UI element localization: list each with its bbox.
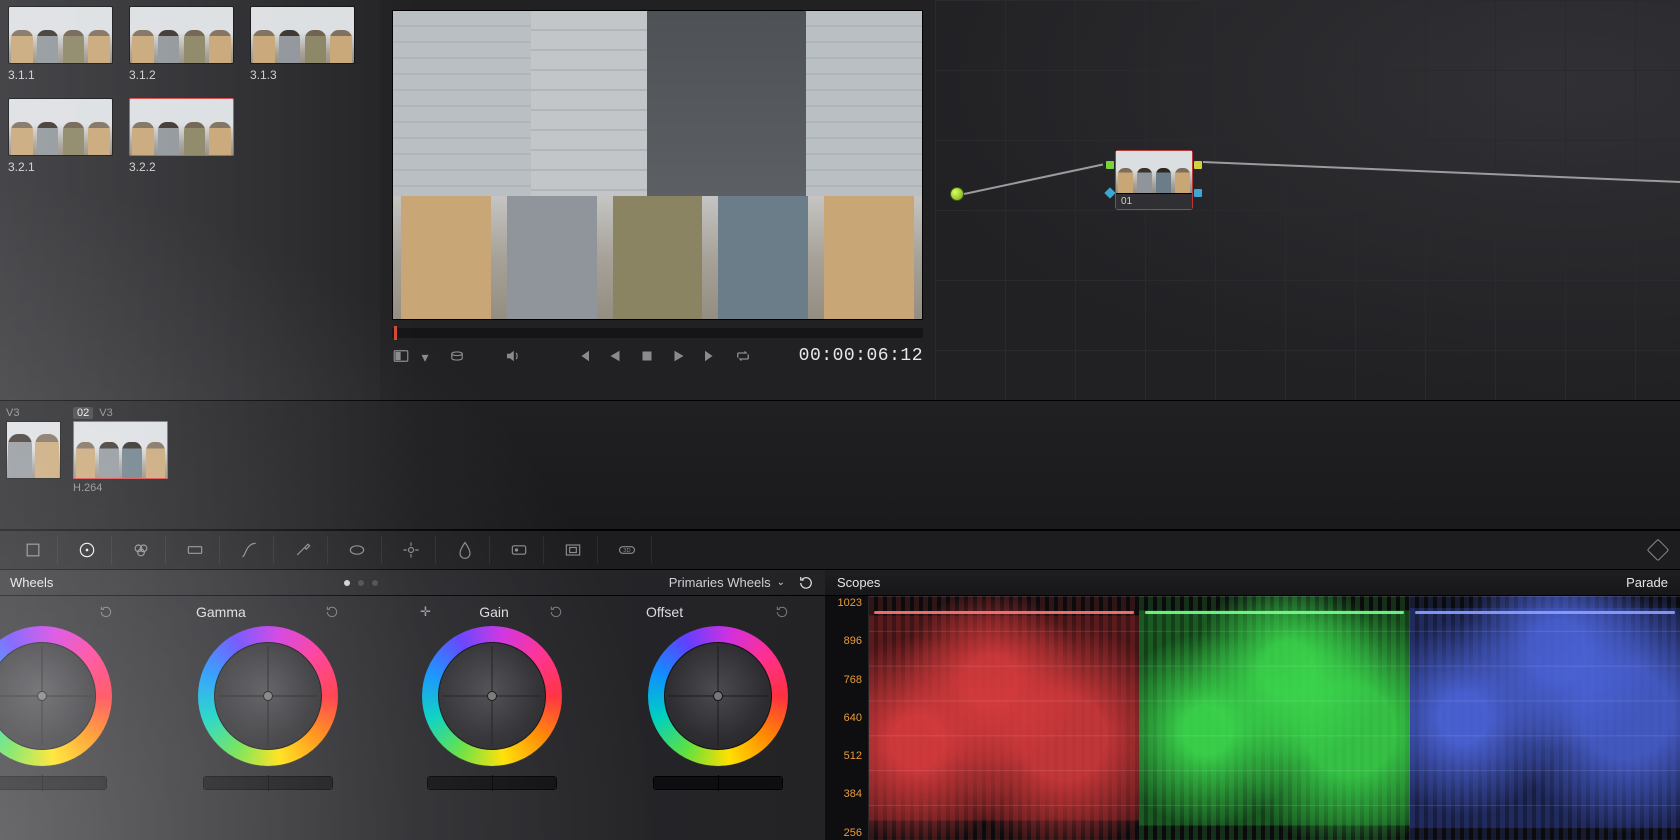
parade-scope[interactable]	[869, 596, 1680, 840]
image-wipe-icon[interactable]	[392, 347, 410, 365]
stop-icon[interactable]	[638, 347, 656, 365]
node-graph-input[interactable]	[950, 187, 964, 201]
crop-icon[interactable]	[8, 536, 58, 564]
gamma-wheel[interactable]	[198, 626, 338, 766]
clip-label: 3.1.1	[8, 68, 35, 82]
play-icon[interactable]	[670, 347, 688, 365]
node-wire	[1203, 161, 1680, 186]
parade-red	[869, 596, 1139, 840]
clip-thumb[interactable]: 3.1.1	[8, 6, 113, 82]
stereo-3d-icon[interactable]: 3D	[602, 536, 652, 564]
bypass-icon[interactable]	[448, 347, 466, 365]
reset-icon[interactable]	[797, 574, 815, 592]
wheel-label: Offset	[646, 604, 683, 620]
clip-label: 3.2.1	[8, 160, 35, 174]
palette-toolbar: 3D	[0, 530, 1680, 570]
scope-tick: 256	[844, 827, 862, 839]
gain-master-jog[interactable]	[427, 776, 557, 790]
scope-tick: 384	[844, 788, 862, 800]
lift-master-jog[interactable]	[0, 776, 107, 790]
viewer-canvas[interactable]	[392, 10, 923, 320]
node-graph[interactable]: 01	[935, 0, 1680, 400]
media-pool: 3.1.1 3.1.2 3.1.3	[0, 0, 380, 400]
clip-thumb[interactable]: 3.2.1	[8, 98, 113, 174]
clip-thumb[interactable]: 3.1.2	[129, 6, 234, 82]
timeline-clip-selected[interactable]: 02 V3 H.264	[73, 407, 168, 494]
clip-index: 02	[73, 407, 93, 419]
node-wire	[964, 163, 1103, 194]
node-label: 01	[1121, 196, 1132, 207]
parade-blue	[1410, 596, 1680, 840]
hdr-icon[interactable]	[170, 536, 220, 564]
viewer-timecode[interactable]: 00:00:06:12	[799, 346, 923, 366]
tracking-icon[interactable]	[386, 536, 436, 564]
blur-icon[interactable]	[440, 536, 490, 564]
parade-green	[1139, 596, 1409, 840]
reset-icon[interactable]	[774, 604, 790, 620]
viewer: ▾	[380, 0, 935, 400]
curves-icon[interactable]	[224, 536, 274, 564]
color-wheels-panel: Wheels Primaries Wheels ⌄ Lift	[0, 570, 825, 840]
node-port-in-rgb[interactable]	[1106, 161, 1114, 169]
gamma-master-jog[interactable]	[203, 776, 333, 790]
reset-icon[interactable]	[324, 604, 340, 620]
node-port-out-rgb[interactable]	[1194, 161, 1202, 169]
reset-icon[interactable]	[98, 604, 114, 620]
lift-wheel[interactable]	[0, 626, 112, 766]
chevron-down-icon: ⌄	[777, 577, 785, 588]
offset-master-jog[interactable]	[653, 776, 783, 790]
window-icon[interactable]	[332, 536, 382, 564]
panel-title: Scopes	[837, 575, 880, 590]
key-icon[interactable]	[494, 536, 544, 564]
loop-icon[interactable]	[734, 347, 752, 365]
clip-label: 3.2.2	[129, 160, 156, 174]
node-port-out-key[interactable]	[1194, 189, 1202, 197]
gain-wheel[interactable]	[422, 626, 562, 766]
scopes-mode[interactable]: Parade	[1626, 575, 1668, 590]
viewer-scrubber[interactable]	[392, 328, 923, 338]
color-wheels-icon[interactable]	[62, 536, 112, 564]
color-mixer-icon[interactable]	[116, 536, 166, 564]
wheel-label: Gamma	[196, 604, 246, 620]
clip-thumb-selected[interactable]: 3.2.2	[129, 98, 234, 174]
reset-icon[interactable]	[548, 604, 564, 620]
panel-title: Wheels	[10, 575, 53, 590]
scope-tick: 640	[844, 712, 862, 724]
scope-tick: 896	[844, 635, 862, 647]
chevron-down-icon[interactable]: ▾	[416, 348, 434, 366]
keyframe-toggle-icon[interactable]	[1647, 539, 1670, 562]
prev-clip-icon[interactable]	[574, 347, 592, 365]
clip-codec: H.264	[73, 482, 168, 494]
auto-balance-picker-icon[interactable]: ✛	[420, 604, 440, 620]
scopes-panel: Scopes Parade 1023 896 768 640 512 384 256	[825, 570, 1680, 840]
mute-icon[interactable]	[504, 347, 522, 365]
wheel-label: Gain	[479, 604, 509, 620]
corrector-node[interactable]: 01	[1115, 150, 1193, 210]
clip-label: 3.1.3	[250, 68, 277, 82]
thumbnail-timeline[interactable]: V3 02 V3 H.264	[0, 400, 1680, 530]
scope-tick: 512	[844, 750, 862, 762]
svg-text:3D: 3D	[623, 548, 630, 554]
play-reverse-icon[interactable]	[606, 347, 624, 365]
next-clip-icon[interactable]	[702, 347, 720, 365]
scope-tick: 768	[844, 674, 862, 686]
clip-label: 3.1.2	[129, 68, 156, 82]
qualifier-icon[interactable]	[278, 536, 328, 564]
page-dots[interactable]	[53, 580, 668, 586]
scope-scale: 1023 896 768 640 512 384 256	[825, 596, 869, 840]
playhead[interactable]	[394, 326, 397, 340]
timeline-clip[interactable]: V3	[6, 407, 61, 479]
clip-thumb[interactable]: 3.1.3	[250, 6, 355, 82]
node-port-in-key[interactable]	[1104, 187, 1115, 198]
scope-tick: 1023	[838, 597, 862, 609]
wheels-mode-dropdown[interactable]: Primaries Wheels ⌄	[669, 575, 785, 590]
offset-wheel[interactable]	[648, 626, 788, 766]
sizing-icon[interactable]	[548, 536, 598, 564]
